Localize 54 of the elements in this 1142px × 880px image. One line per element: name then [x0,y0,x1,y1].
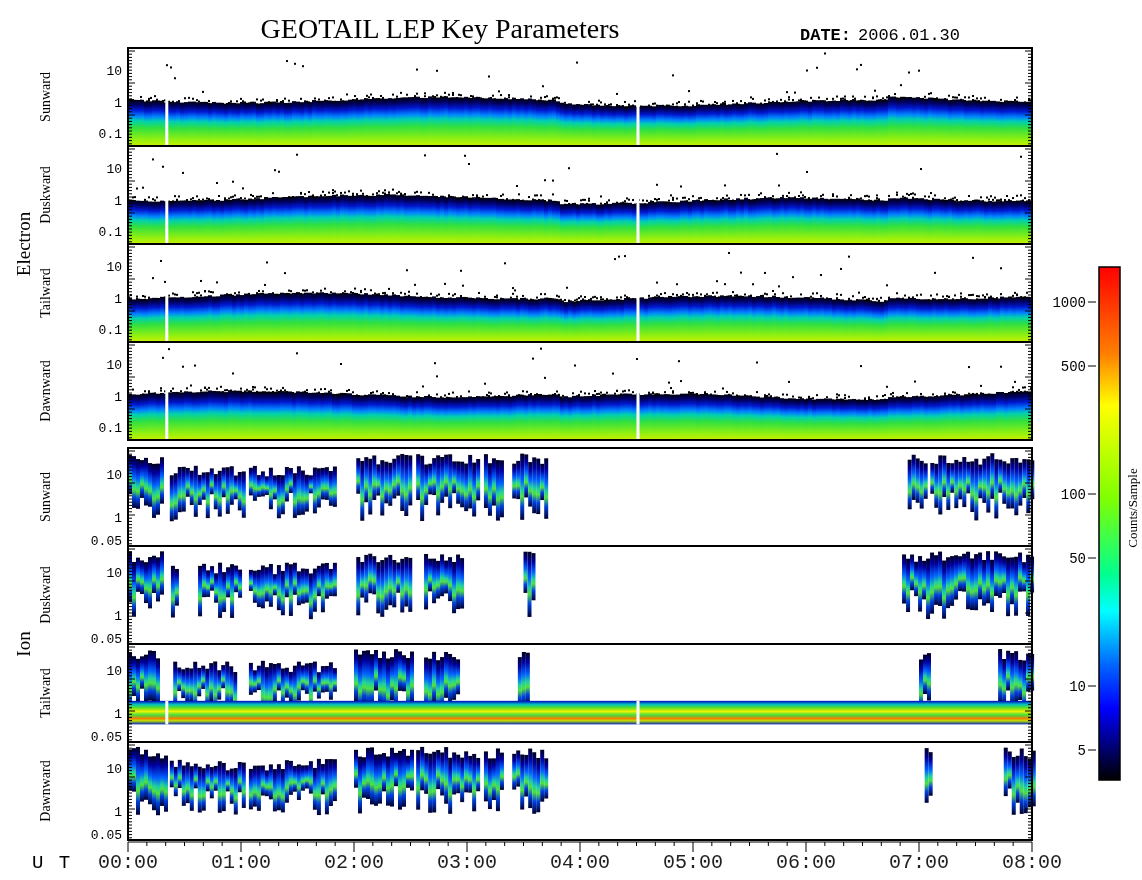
y-tick-label: 1 [114,95,122,111]
colorbar-tick-label: 10 [1069,679,1086,695]
x-tick-label: 06:00 [776,851,836,874]
x-axis-label: U T [32,852,73,874]
x-tick-label: 00:00 [98,851,158,874]
x-tick-label: 05:00 [663,851,723,874]
y-tick-label: 1 [114,706,122,722]
y-tick-label: 10 [106,259,122,275]
colorbar-tick-label: 5 [1077,743,1086,759]
panel-label: Dawnward [38,760,53,822]
x-tick-label: 04:00 [550,851,610,874]
date-value: 2006.01.30 [858,26,961,45]
panel-label: Duskward [38,166,53,224]
date-label: DATE: [800,26,851,45]
panel-label: Tailward [38,268,53,318]
y-tick-label: 10 [106,664,122,680]
y-tick-label: 10 [106,161,122,177]
panel-label: Sunward [38,72,53,122]
panel-label: Dawnward [38,360,53,422]
x-tick-label: 02:00 [324,851,384,874]
panel-label: Tailward [38,668,53,718]
y-tick-label: 0.1 [98,127,122,143]
plot-title: GEOTAIL LEP Key Parameters [260,13,620,44]
y-tick-label: 0.05 [90,828,122,844]
x-tick-label: 08:00 [1002,851,1062,874]
y-tick-label: 1 [114,608,122,624]
y-tick-label: 10 [106,63,122,79]
y-tick-label: 1 [114,510,122,526]
y-tick-label: 0.05 [90,632,122,648]
colorbar-tick-label: 50 [1069,551,1086,567]
colorbar-tick-label: 500 [1060,359,1086,375]
x-tick-label: 03:00 [437,851,497,874]
y-tick-label: 10 [106,762,122,778]
y-tick-label: 0.1 [98,225,122,241]
y-tick-label: 1 [114,804,122,820]
y-tick-label: 10 [106,468,122,484]
y-tick-label: 1 [114,389,122,405]
colorbar-tick-label: 100 [1060,487,1086,503]
colorbar-label: Counts/Sample [1125,468,1140,548]
y-tick-label: 10 [106,566,122,582]
panel-label: Duskward [38,566,53,624]
y-tick-label: 0.05 [90,730,122,746]
y-tick-label: 10 [106,357,122,373]
group-label: Ion [13,631,34,657]
group-label: Electron [13,211,34,277]
colorbar-tick-label: 1000 [1052,295,1086,311]
x-tick-label: 07:00 [889,851,949,874]
y-tick-label: 1 [114,193,122,209]
y-tick-label: 0.1 [98,323,122,339]
x-tick-label: 01:00 [211,851,271,874]
y-tick-label: 1 [114,291,122,307]
panel-label: Sunward [38,472,53,522]
y-tick-label: 0.05 [90,534,122,550]
y-tick-label: 0.1 [98,421,122,437]
